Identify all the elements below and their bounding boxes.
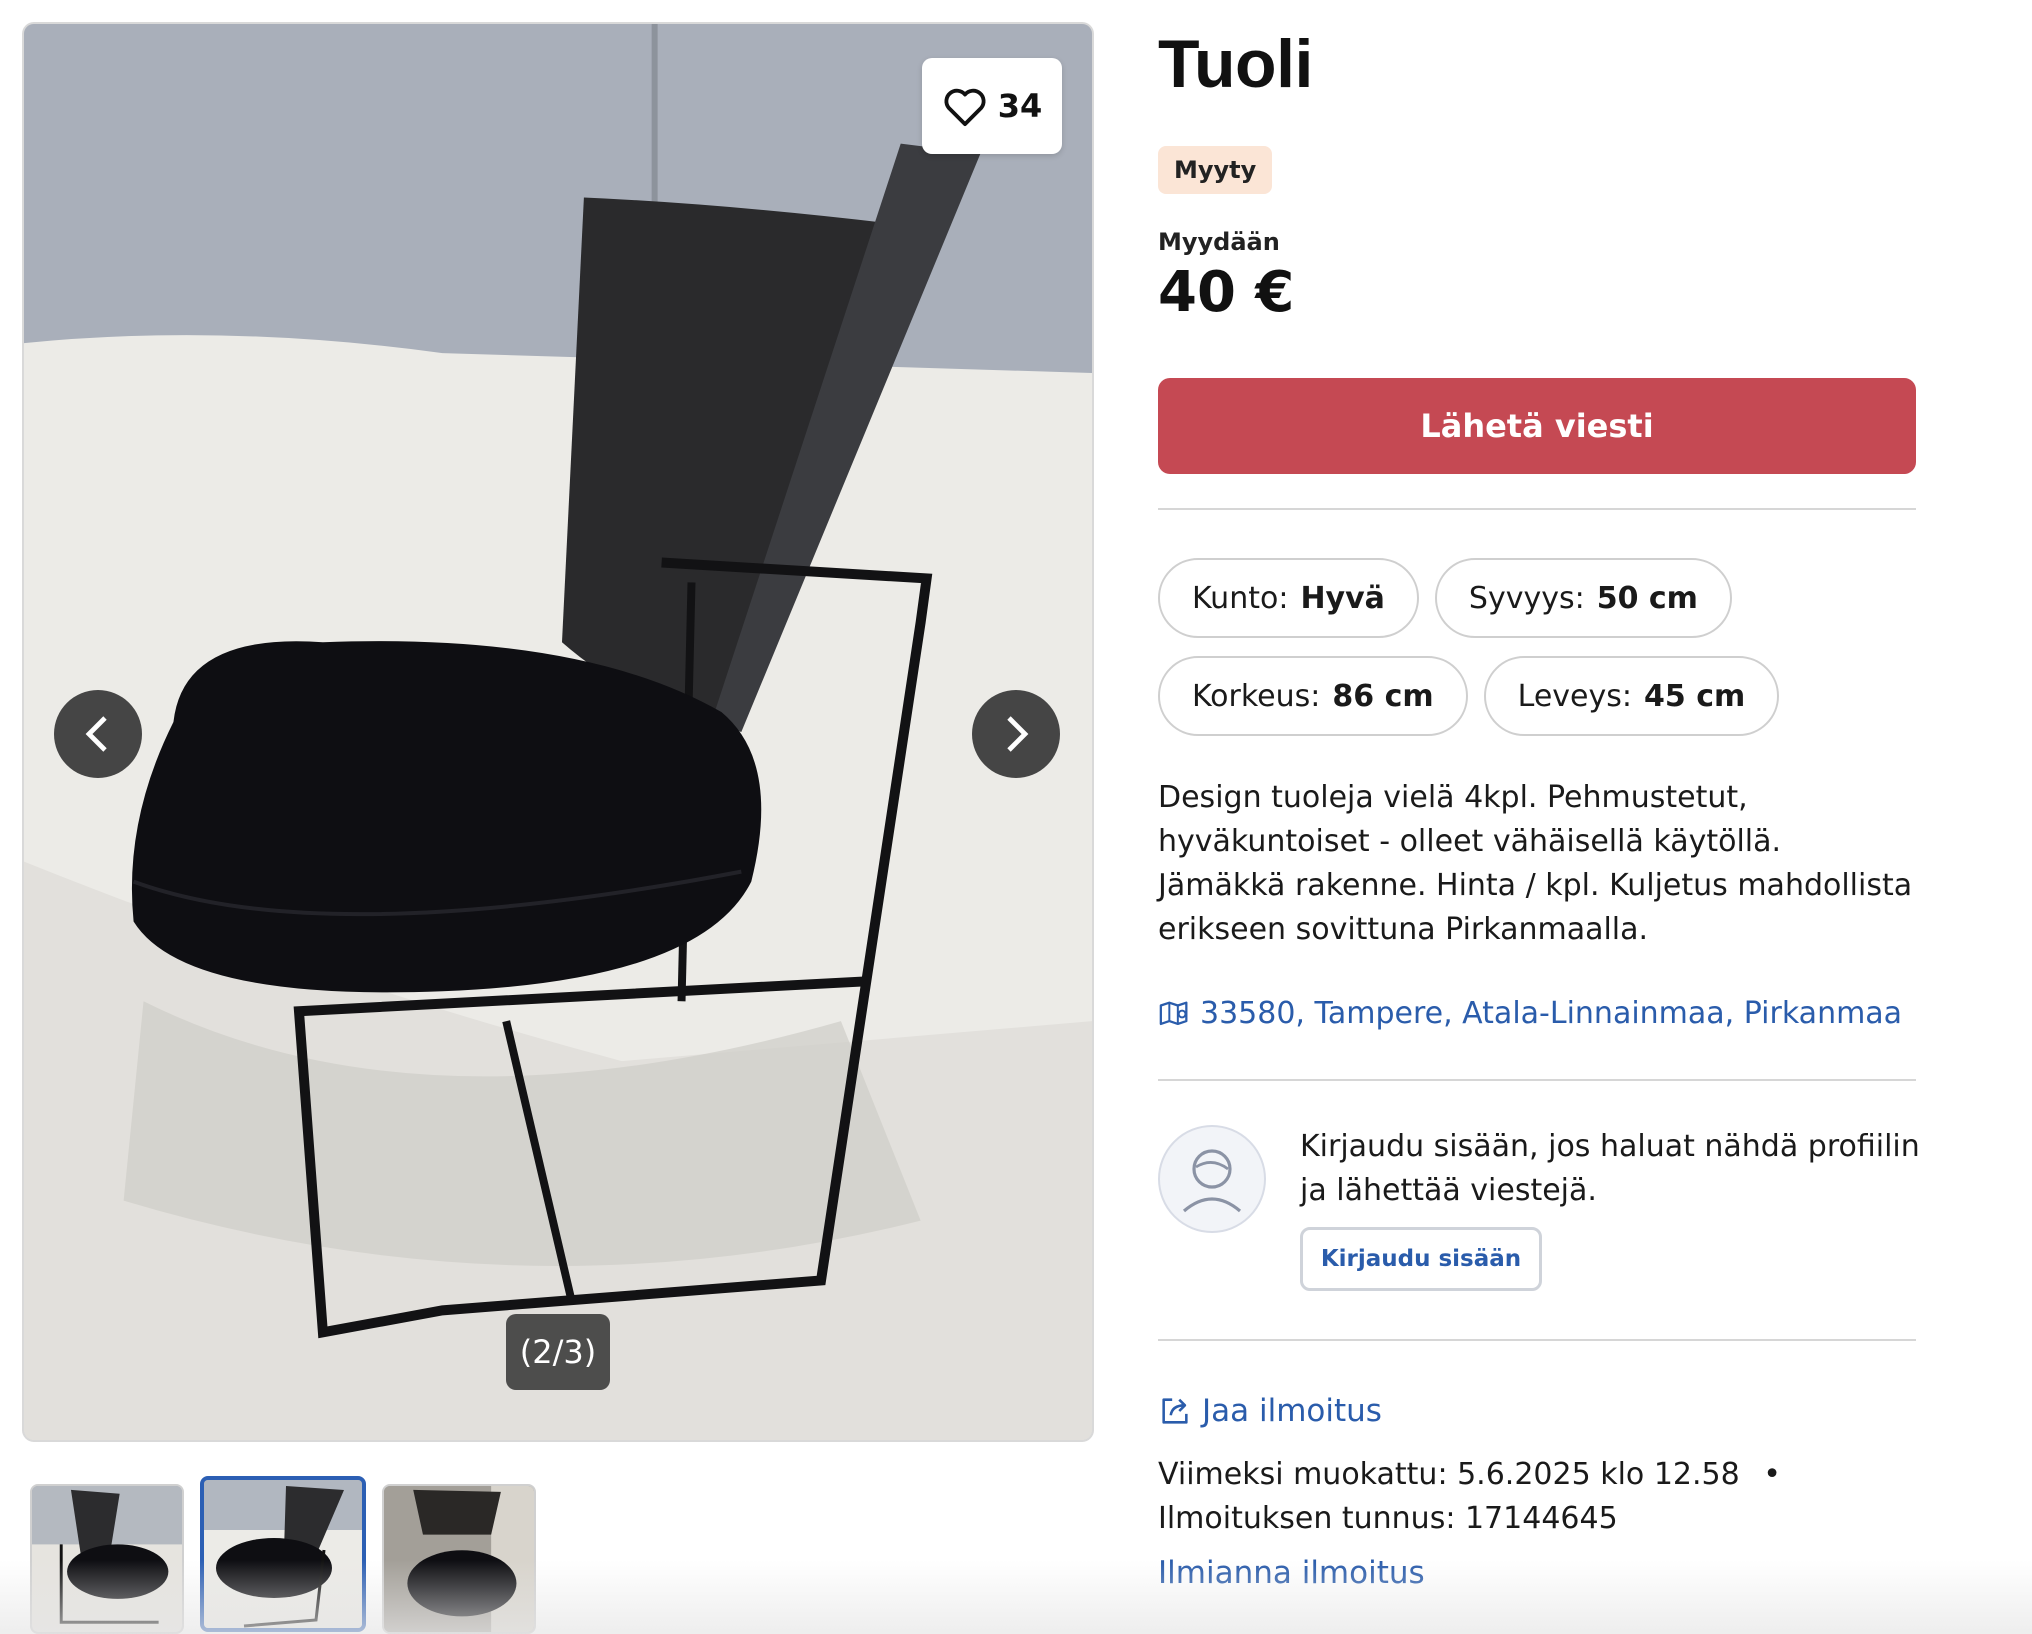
- location-link[interactable]: 33580, Tampere, Atala-Linnainmaa, Pirkan…: [1158, 996, 1918, 1031]
- last-modified: Viimeksi muokattu: 5.6.2025 klo 12.58: [1158, 1457, 1740, 1492]
- attribute-key: Syvyys:: [1468, 580, 1585, 616]
- attribute-value: Hyvä: [1300, 580, 1385, 616]
- attribute-chip-condition: Kunto: Hyvä: [1158, 558, 1419, 638]
- attribute-value: 86 cm: [1332, 678, 1434, 714]
- listing-description: Design tuoleja vielä 4kpl. Pehmustetut, …: [1158, 780, 1913, 947]
- thumbnail-3[interactable]: [382, 1484, 536, 1634]
- thumbnail-2[interactable]: [200, 1476, 366, 1632]
- attribute-chip-depth: Syvyys: 50 cm: [1434, 558, 1732, 638]
- share-label: Jaa ilmoitus: [1202, 1393, 1382, 1429]
- favorite-button[interactable]: 34: [922, 58, 1062, 154]
- listing-meta: Viimeksi muokattu: 5.6.2025 klo 12.58 • …: [1158, 1453, 1918, 1541]
- attribute-chip-width: Leveys: 45 cm: [1483, 656, 1780, 736]
- divider: [1158, 508, 1916, 510]
- thumbnail-strip: [30, 1476, 536, 1634]
- listing-details: Tuoli Myyty Myydään 40 € Lähetä viesti K…: [1158, 26, 1920, 1591]
- meta-separator: •: [1763, 1457, 1781, 1492]
- user-avatar-icon: [1182, 1149, 1242, 1213]
- divider: [1158, 1339, 1916, 1341]
- thumbnail-1[interactable]: [30, 1484, 184, 1634]
- attribute-chips: Kunto: Hyvä Syvyys: 50 cm Korkeus: 86 cm…: [1158, 558, 1918, 736]
- status-badge: Myyty: [1158, 146, 1273, 194]
- next-image-button[interactable]: [972, 690, 1060, 778]
- listing-title: Tuoli: [1158, 26, 1313, 102]
- map-icon: [1159, 1001, 1188, 1025]
- login-button[interactable]: Kirjaudu sisään: [1300, 1227, 1542, 1291]
- previous-image-button[interactable]: [54, 690, 142, 778]
- share-icon: [1162, 1398, 1188, 1424]
- attribute-key: Kunto:: [1192, 580, 1289, 616]
- avatar: [1158, 1125, 1266, 1233]
- price: 40 €: [1158, 260, 1295, 325]
- main-photo[interactable]: [24, 24, 1092, 1440]
- image-gallery: 34 (2/3): [22, 22, 1094, 1442]
- share-link[interactable]: Jaa ilmoitus: [1158, 1393, 1918, 1429]
- seller-section: Kirjaudu sisään, jos haluat nähdä profii…: [1158, 1125, 1920, 1291]
- location-text: 33580, Tampere, Atala-Linnainmaa, Pirkan…: [1200, 996, 1903, 1031]
- attribute-value: 45 cm: [1644, 678, 1746, 714]
- divider: [1158, 1079, 1916, 1081]
- attribute-key: Korkeus:: [1192, 678, 1321, 714]
- attribute-key: Leveys:: [1517, 678, 1632, 714]
- heart-icon: [944, 88, 986, 127]
- login-prompt: Kirjaudu sisään, jos haluat nähdä profii…: [1300, 1129, 1920, 1208]
- attribute-chip-height: Korkeus: 86 cm: [1158, 656, 1468, 736]
- chevron-left-icon: [85, 716, 107, 752]
- image-counter: (2/3): [506, 1314, 610, 1390]
- listing-id: Ilmoituksen tunnus: 17144645: [1158, 1501, 1618, 1536]
- price-label: Myydään: [1158, 228, 1280, 256]
- chevron-right-icon: [1007, 716, 1029, 752]
- attribute-value: 50 cm: [1596, 580, 1698, 616]
- report-listing-link[interactable]: Ilmianna ilmoitus: [1158, 1555, 1918, 1591]
- favorite-count: 34: [997, 87, 1043, 125]
- send-message-button[interactable]: Lähetä viesti: [1158, 378, 1916, 474]
